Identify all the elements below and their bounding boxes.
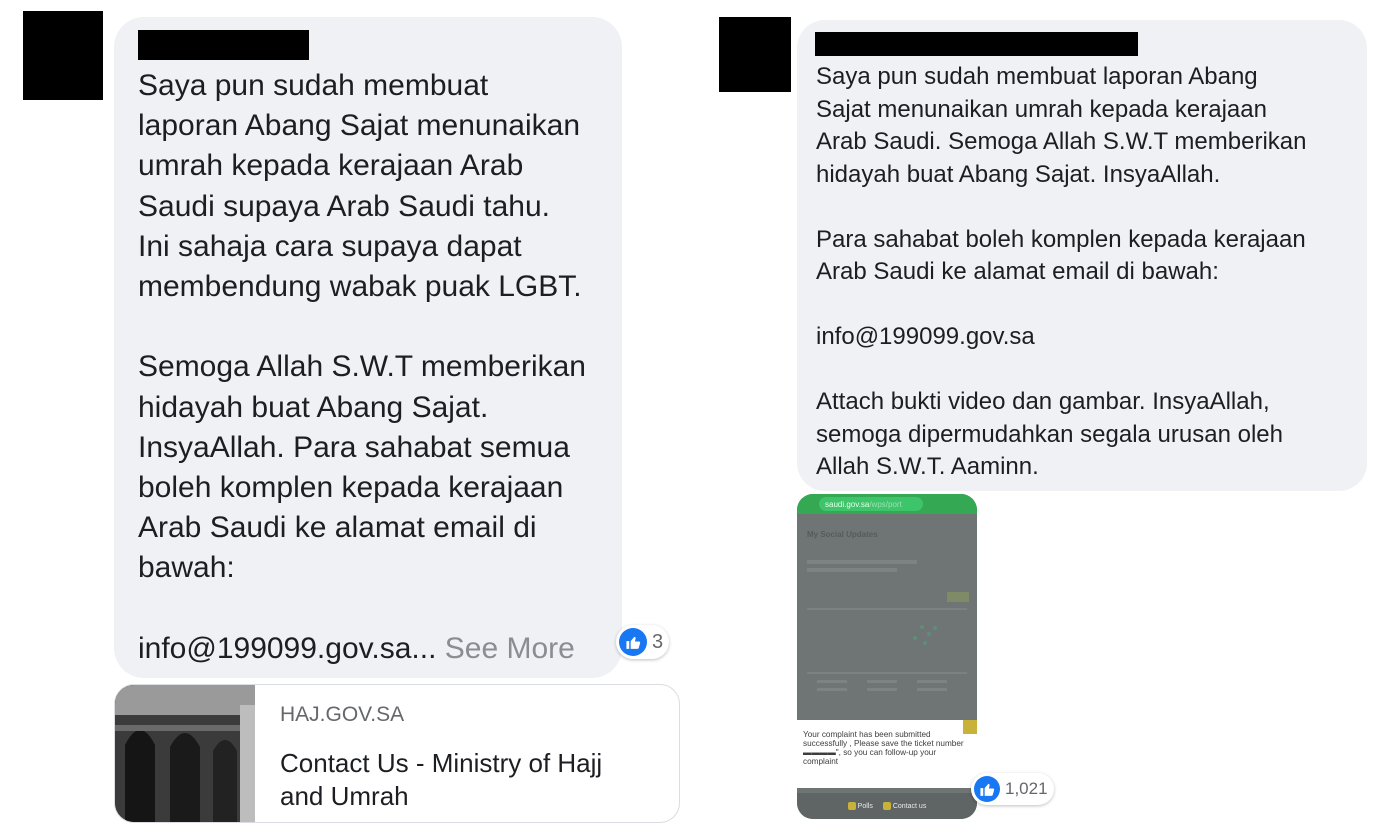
address-url: saudi.gov.sa/wps/port xyxy=(819,497,923,511)
right-commenter-avatar[interactable] xyxy=(719,17,791,92)
left-comment-body: Saya pun sudah membuat laporan Abang Saj… xyxy=(138,69,586,665)
faded-page-content xyxy=(807,560,969,691)
contact-icon xyxy=(882,802,891,810)
screenshot-attachment[interactable]: saudi.gov.sa/wps/port My Social Updates … xyxy=(797,494,977,819)
left-reaction-count: 3 xyxy=(652,630,664,653)
phone-bottom-nav: Polls Contact us xyxy=(797,793,977,819)
left-comment-text: Saya pun sudah membuat laporan Abang Saj… xyxy=(138,66,618,669)
polls-icon xyxy=(847,802,856,810)
like-icon xyxy=(974,776,1000,802)
right-comment-text: Saya pun sudah membuat laporan Abang Saj… xyxy=(816,63,1307,480)
link-preview-thumbnail xyxy=(115,685,255,822)
right-reaction-summary[interactable]: 1,021 xyxy=(971,773,1054,805)
link-preview-domain: HAJ.GOV.SA xyxy=(280,703,405,726)
see-more-link[interactable]: See More xyxy=(436,632,575,665)
right-reaction-count: 1,021 xyxy=(1005,779,1048,798)
link-preview-card[interactable]: HAJ.GOV.SA Contact Us - Ministry of Hajj… xyxy=(114,684,680,823)
page-header: My Social Updates xyxy=(807,530,878,539)
left-commenter-name-redacted[interactable] xyxy=(138,30,309,60)
left-reaction-summary[interactable]: 3 xyxy=(616,625,670,659)
popup-close-icon[interactable] xyxy=(963,720,977,734)
polls-tab[interactable]: Polls xyxy=(847,802,873,810)
left-commenter-avatar[interactable] xyxy=(23,11,103,100)
link-preview-title[interactable]: Contact Us - Ministry of Hajj and Umrah xyxy=(280,747,640,813)
contact-us-tab[interactable]: Contact us xyxy=(882,802,926,810)
right-commenter-name-redacted[interactable] xyxy=(815,32,1138,56)
complaint-popup: Your complaint has been submitted succes… xyxy=(797,720,977,788)
browser-address-bar: saudi.gov.sa/wps/port xyxy=(797,494,977,514)
like-icon xyxy=(619,628,647,656)
